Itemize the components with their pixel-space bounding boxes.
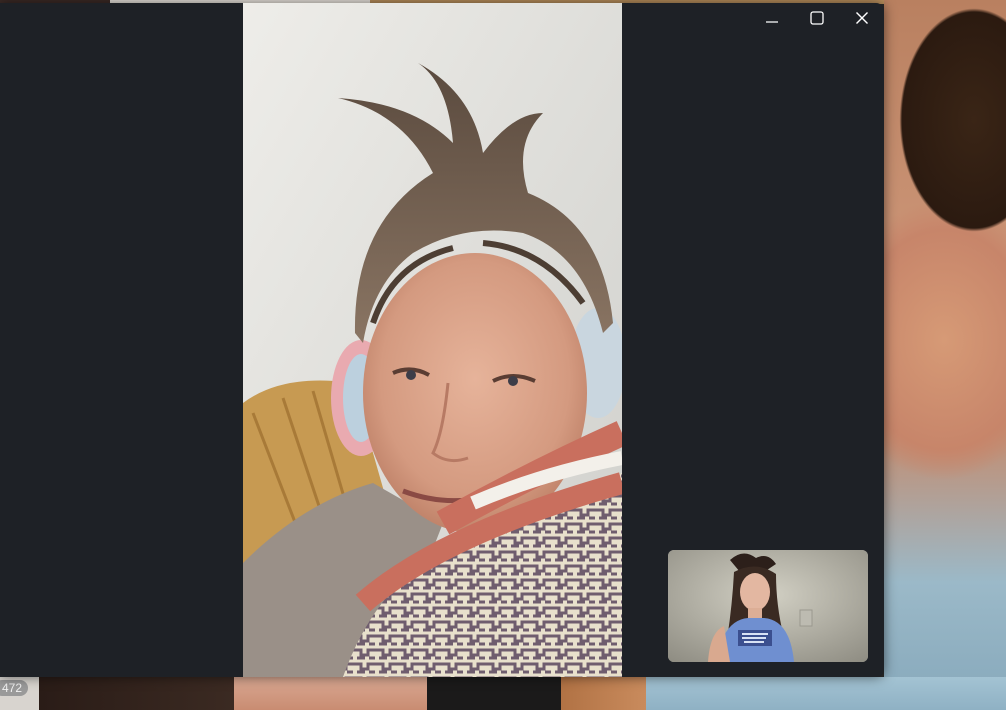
background-tile[interactable] [561,677,646,710]
minimize-button[interactable] [749,3,794,33]
maximize-icon [809,11,824,25]
background-video-grid: 472 [0,677,1006,710]
background-tile[interactable] [646,677,1006,710]
background-tile[interactable] [39,677,234,710]
close-icon [855,12,868,24]
remote-video-frame [243,3,622,677]
background-tile[interactable] [427,677,561,710]
maximize-button[interactable] [794,3,839,33]
video-call-window [0,3,884,677]
background-tile[interactable] [234,677,427,710]
self-video-preview[interactable] [668,550,868,662]
close-button[interactable] [839,3,884,33]
window-controls [749,3,884,33]
remote-video[interactable] [243,3,622,677]
minimize-icon [765,21,778,23]
self-video-frame [668,550,868,662]
background-video-tile [884,0,1006,710]
background-tile[interactable]: 472 [0,677,39,710]
participant-count-badge: 472 [0,680,29,696]
